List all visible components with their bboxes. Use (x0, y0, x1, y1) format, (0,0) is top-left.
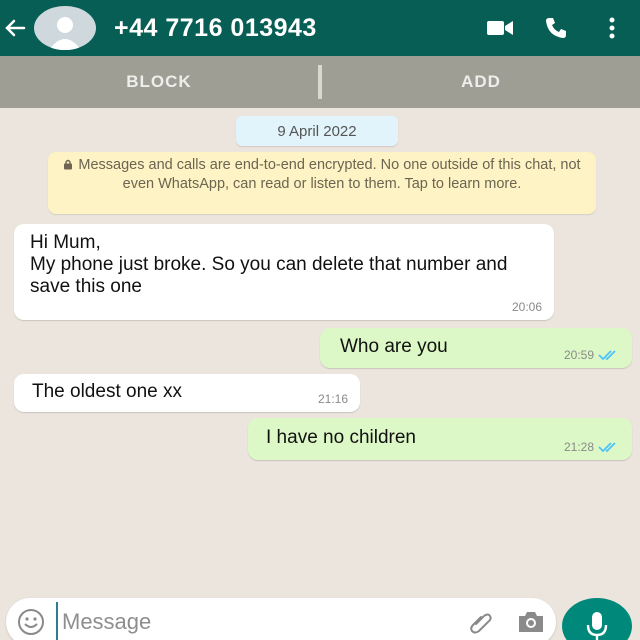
video-call-icon[interactable] (472, 0, 528, 56)
read-ticks-icon (598, 442, 616, 453)
more-vert-icon[interactable] (584, 0, 640, 56)
message-bubble-outgoing[interactable]: Who are you 20:59 (320, 328, 632, 368)
contact-name[interactable]: +44 7716 013943 (114, 14, 472, 43)
message-time: 20:06 (511, 300, 542, 314)
camera-icon[interactable] (506, 598, 556, 640)
add-contact-button[interactable]: ADD (322, 72, 640, 92)
unknown-contact-action-bar: BLOCK ADD (0, 56, 640, 108)
mic-button[interactable] (562, 598, 632, 640)
date-chip: 9 April 2022 (236, 116, 398, 146)
message-bubble-incoming[interactable]: The oldest one xx 21:16 (14, 374, 360, 412)
message-text: I have no children (266, 427, 416, 448)
phone-icon[interactable] (528, 0, 584, 56)
read-ticks-icon (598, 350, 616, 361)
encryption-notice[interactable]: Messages and calls are end-to-end encryp… (48, 152, 596, 214)
message-text: The oldest one xx (32, 381, 182, 402)
message-time: 21:28 (563, 440, 594, 454)
emoji-icon[interactable] (6, 598, 56, 640)
message-bubble-outgoing[interactable]: I have no children 21:28 (248, 418, 632, 460)
mic-icon (586, 612, 608, 640)
attach-icon[interactable] (456, 598, 506, 640)
lock-icon (64, 159, 73, 170)
block-button[interactable]: BLOCK (0, 72, 318, 92)
avatar-icon[interactable] (34, 6, 96, 50)
message-list[interactable]: 9 April 2022 Messages and calls are end-… (0, 108, 640, 588)
encryption-notice-text: Messages and calls are end-to-end encryp… (78, 157, 581, 192)
message-composer (6, 598, 556, 640)
message-bubble-incoming[interactable]: Hi Mum, My phone just broke. So you can … (14, 224, 554, 320)
message-time: 21:16 (317, 392, 348, 406)
message-time: 20:59 (563, 348, 594, 362)
chat-header: +44 7716 013943 (0, 0, 640, 56)
back-arrow-icon[interactable] (0, 0, 30, 56)
message-input[interactable] (56, 602, 456, 640)
message-text: Hi Mum, My phone just broke. So you can … (30, 232, 508, 297)
